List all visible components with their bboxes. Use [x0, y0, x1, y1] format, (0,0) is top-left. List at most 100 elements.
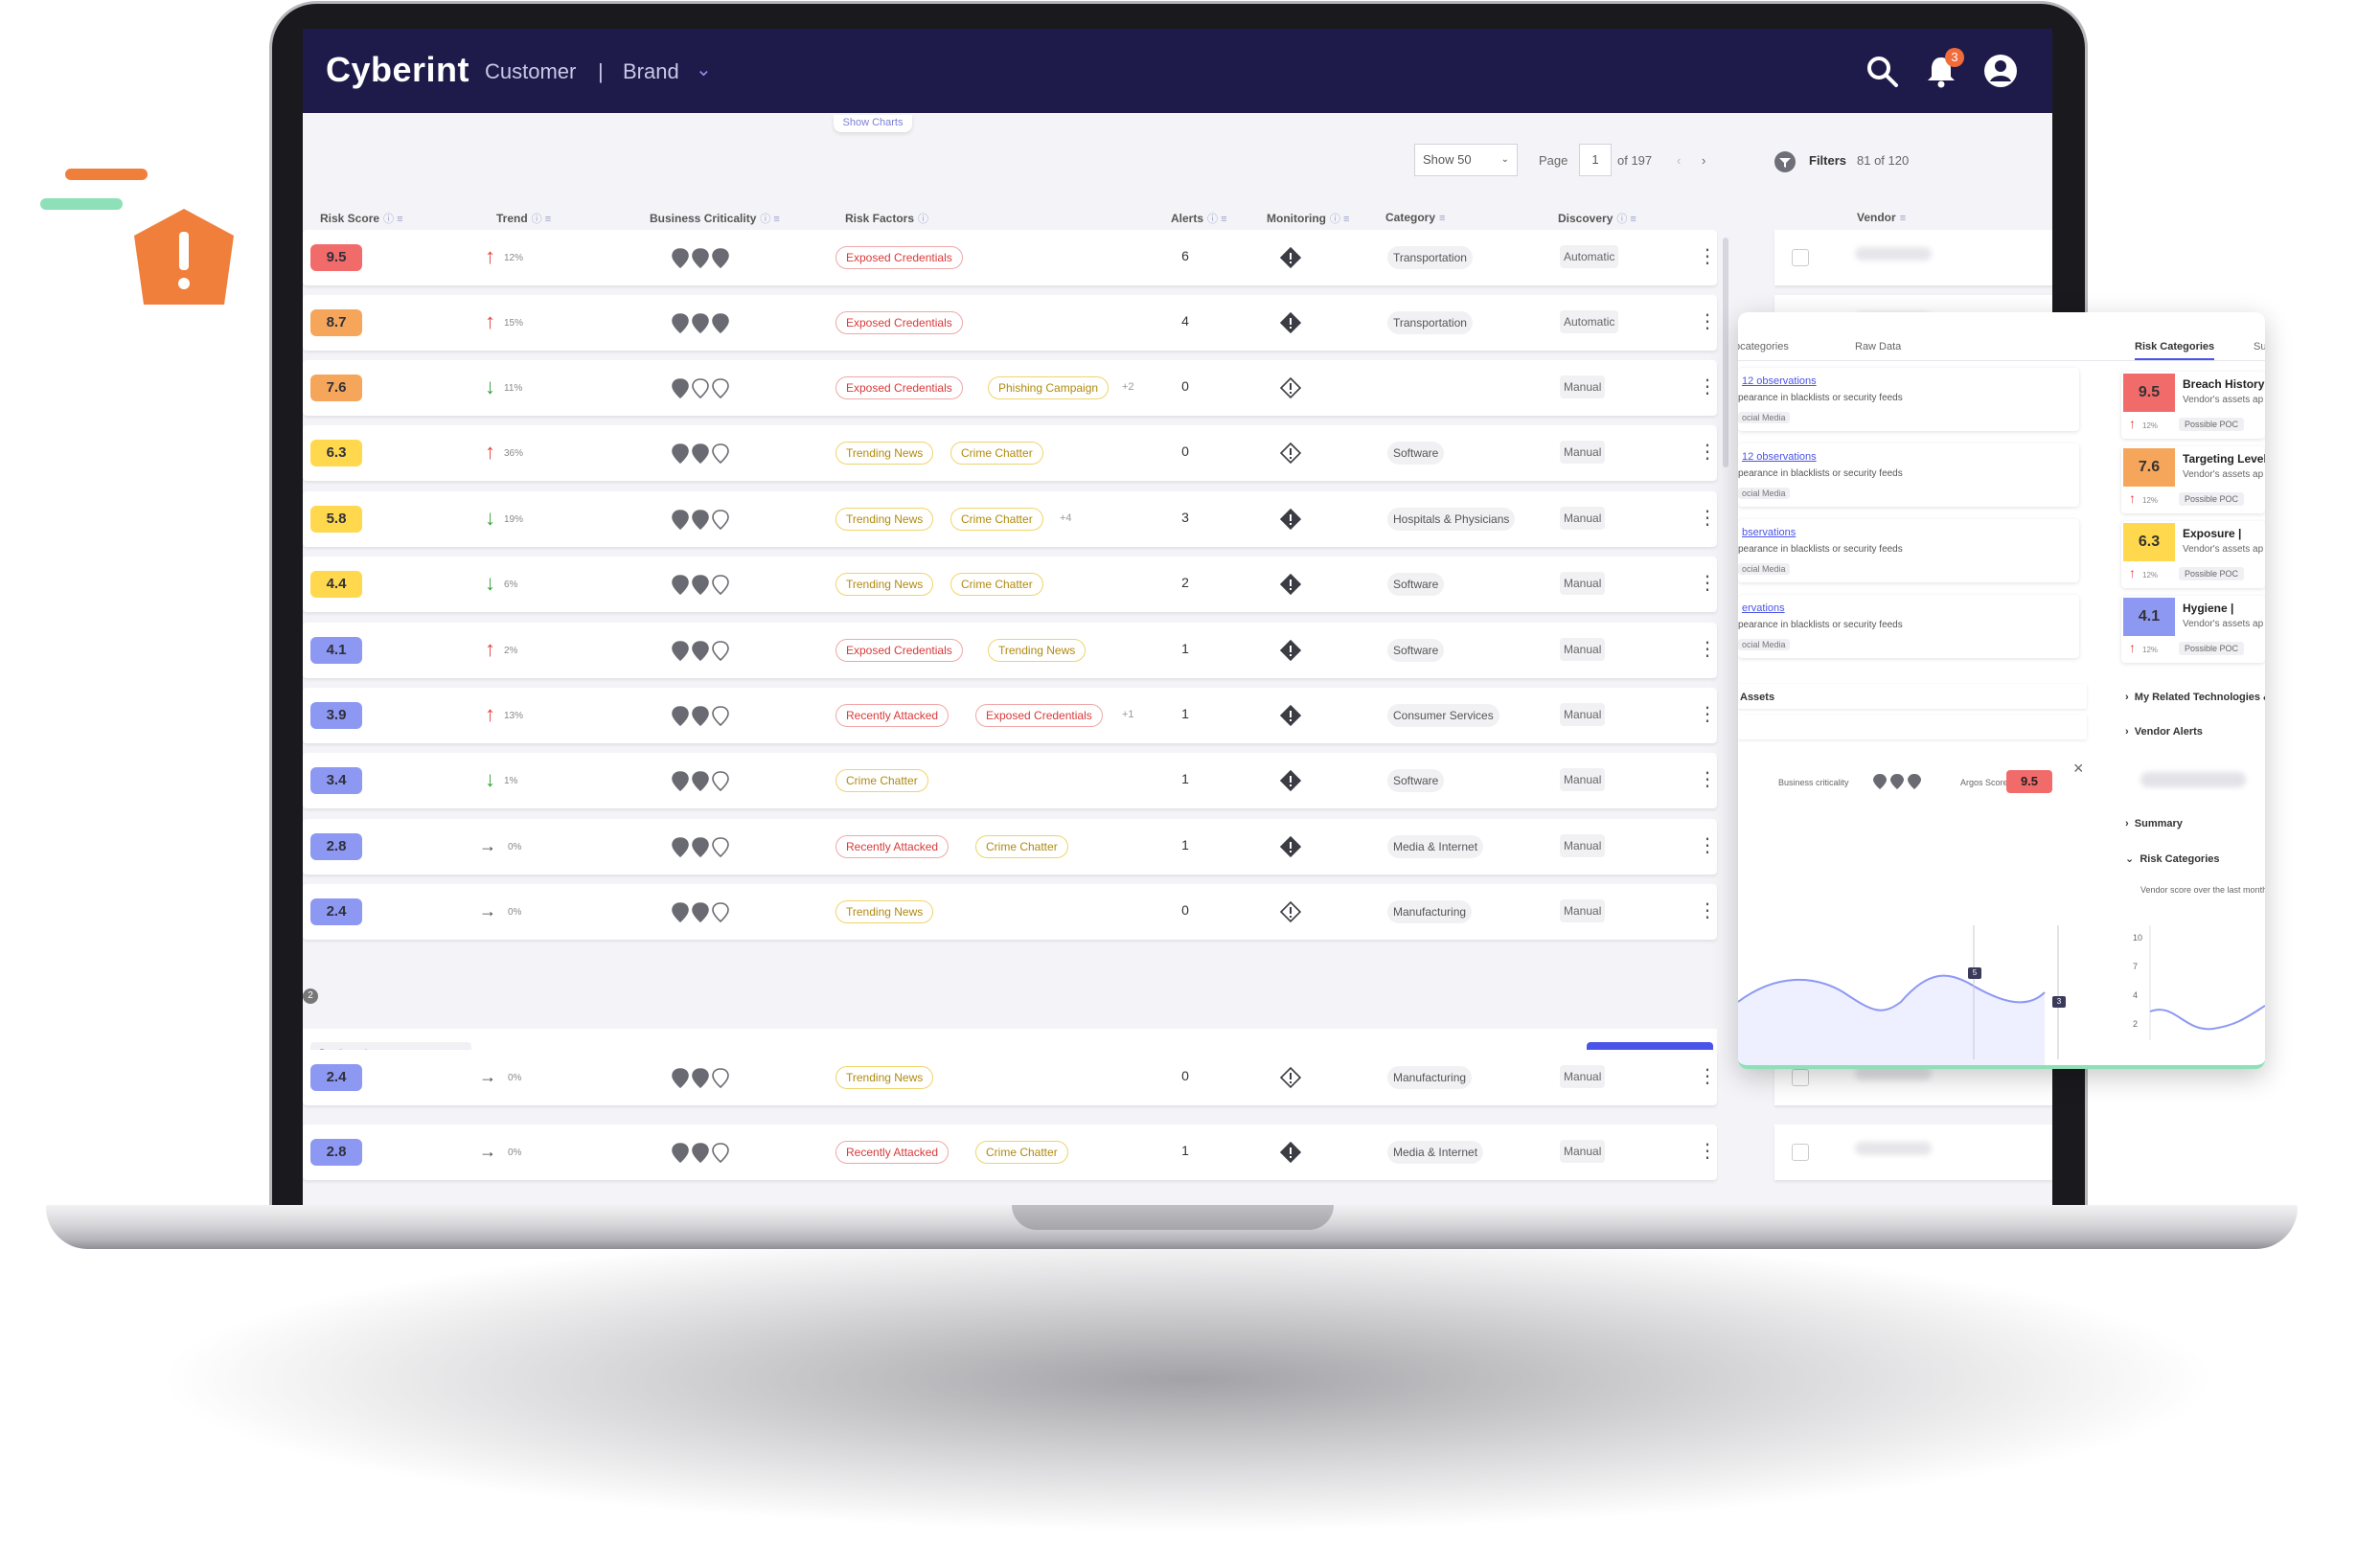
- row-checkbox[interactable]: [1792, 249, 1809, 266]
- col-vendor[interactable]: Vendor ≡: [1857, 211, 1906, 224]
- col-risk-score[interactable]: Risk Score ⓘ ≡: [320, 211, 403, 226]
- observation-card[interactable]: ervations pearance in blacklists or secur…: [1738, 595, 2079, 658]
- risk-factor-tag[interactable]: Crime Chatter: [975, 1141, 1068, 1164]
- col-risk-factors[interactable]: Risk Factors ⓘ: [845, 211, 928, 226]
- breadcrumb-brand[interactable]: Brand: [623, 59, 679, 84]
- more-options-icon[interactable]: ⋮: [1698, 309, 1717, 334]
- observation-card[interactable]: bservations pearance in blacklists or sec…: [1738, 519, 2079, 582]
- risk-factor-tag[interactable]: Crime Chatter: [950, 442, 1043, 465]
- breadcrumb-customer[interactable]: Customer: [485, 59, 576, 84]
- risk-factor-tag[interactable]: Crime Chatter: [975, 835, 1068, 858]
- risk-factor-tag[interactable]: Trending News: [835, 1066, 934, 1089]
- next-page-icon[interactable]: ›: [1702, 153, 1705, 168]
- risk-factor-tag[interactable]: Trending News: [988, 639, 1087, 662]
- risk-factor-tag[interactable]: Phishing Campaign: [988, 376, 1110, 399]
- row-checkbox[interactable]: [1792, 1144, 1809, 1161]
- tab-subcategories[interactable]: bcategories: [1738, 341, 1789, 352]
- monitoring-off-icon[interactable]: [1279, 442, 1302, 465]
- monitoring-on-icon[interactable]: [1279, 639, 1302, 662]
- chevron-down-icon[interactable]: ⌄: [696, 57, 712, 81]
- vendor-alerts-title[interactable]: › Vendor Alerts: [2125, 726, 2203, 738]
- more-options-icon[interactable]: ⋮: [1698, 1064, 1717, 1089]
- col-alerts[interactable]: Alerts ⓘ ≡: [1171, 211, 1227, 226]
- filter-icon[interactable]: [1774, 151, 1796, 172]
- monitoring-on-icon[interactable]: [1279, 573, 1302, 596]
- table-row[interactable]: 2.8 → 0% Recently Attacked Crime Chatter 1 Med…: [303, 1125, 1717, 1180]
- risk-category-card[interactable]: 6.3 Exposure | Vendor's assets ap ↑ 12% Possi…: [2121, 521, 2265, 588]
- risk-factor-tag[interactable]: Recently Attacked: [835, 835, 950, 858]
- more-options-icon[interactable]: ⋮: [1698, 440, 1717, 465]
- more-options-icon[interactable]: ⋮: [1698, 702, 1717, 727]
- risk-factor-tag[interactable]: Recently Attacked: [835, 1141, 950, 1164]
- prev-page-icon[interactable]: ‹: [1677, 153, 1681, 168]
- assets-section[interactable]: [1738, 684, 2087, 709]
- monitoring-on-icon[interactable]: [1279, 769, 1302, 792]
- risk-factor-tag[interactable]: Exposed Credentials: [835, 246, 963, 269]
- page-number-input[interactable]: 1: [1579, 144, 1612, 176]
- risk-factor-tag[interactable]: Exposed Credentials: [975, 704, 1103, 727]
- filters-label[interactable]: Filters: [1809, 153, 1846, 168]
- risk-factor-tag[interactable]: Crime Chatter: [835, 769, 928, 792]
- table-row[interactable]: 8.7 ↑ 15% Exposed Credentials 4 Transportatio…: [303, 295, 1717, 351]
- more-options-icon[interactable]: ⋮: [1698, 375, 1717, 399]
- more-options-icon[interactable]: ⋮: [1698, 898, 1717, 923]
- col-trend[interactable]: Trend ⓘ ≡: [496, 211, 551, 226]
- risk-factor-tag[interactable]: Trending News: [835, 442, 934, 465]
- tab-risk-categories[interactable]: Risk Categories: [2135, 341, 2215, 361]
- risk-factor-tag[interactable]: Trending News: [835, 508, 934, 531]
- close-icon[interactable]: ×: [2073, 759, 2084, 779]
- table-row[interactable]: 4.4 ↓ 6% Trending News Crime Chatter 2 Softwar…: [303, 557, 1717, 612]
- table-row[interactable]: 3.4 ↓ 1% Crime Chatter 1 Software Manual ⋮: [303, 753, 1717, 808]
- show-charts-toggle[interactable]: Show Charts: [834, 115, 912, 132]
- observations-link[interactable]: 12 observations: [1742, 451, 1817, 463]
- risk-factor-tag[interactable]: Exposed Credentials: [835, 639, 963, 662]
- more-options-icon[interactable]: ⋮: [1698, 506, 1717, 531]
- table-row[interactable]: 6.3 ↑ 36% Trending News Crime Chatter 0 Softwa…: [303, 425, 1717, 481]
- risk-factor-tag[interactable]: Recently Attacked: [835, 704, 950, 727]
- monitoring-off-icon[interactable]: [1279, 1066, 1302, 1089]
- monitoring-on-icon[interactable]: [1279, 311, 1302, 334]
- risk-factor-tag[interactable]: Trending News: [835, 573, 934, 596]
- col-monitoring[interactable]: Monitoring ⓘ ≡: [1267, 211, 1349, 226]
- more-tags-count[interactable]: +4: [1060, 512, 1072, 524]
- table-scrollbar[interactable]: [1723, 238, 1728, 467]
- more-tags-count[interactable]: +2: [1122, 381, 1134, 393]
- risk-category-card[interactable]: 9.5 Breach History | Vendor's assets ap ↑ 12…: [2121, 372, 2265, 439]
- table-row[interactable]: 2.4 → 0% Trending News 0 Manufacturing Manual ⋮: [303, 1050, 1717, 1105]
- more-options-icon[interactable]: ⋮: [1698, 1139, 1717, 1164]
- col-discovery[interactable]: Discovery ⓘ ≡: [1558, 211, 1636, 226]
- monitoring-off-icon[interactable]: [1279, 900, 1302, 923]
- user-avatar-icon[interactable]: [1981, 52, 2020, 90]
- observations-link[interactable]: bservations: [1742, 527, 1796, 538]
- more-options-icon[interactable]: ⋮: [1698, 637, 1717, 662]
- more-options-icon[interactable]: ⋮: [1698, 244, 1717, 269]
- vendor-cell[interactable]: [1774, 230, 2052, 285]
- risk-factor-tag[interactable]: Exposed Credentials: [835, 376, 963, 399]
- col-business-criticality[interactable]: Business Criticality ⓘ ≡: [650, 211, 780, 226]
- table-row[interactable]: 5.8 ↓ 19% Trending News Crime Chatter +4 3 Hosp…: [303, 491, 1717, 547]
- tab-more[interactable]: Su: [2254, 341, 2265, 352]
- vendor-cell[interactable]: [1774, 1125, 2052, 1180]
- observations-link[interactable]: ervations: [1742, 602, 1785, 614]
- risk-category-card[interactable]: 4.1 Hygiene | Vendor's assets ap ↑ 12% Possib…: [2121, 596, 2265, 663]
- monitoring-on-icon[interactable]: [1279, 835, 1302, 858]
- monitoring-on-icon[interactable]: [1279, 1141, 1302, 1164]
- observation-card[interactable]: 12 observations pearance in blacklists or…: [1738, 368, 2079, 431]
- related-tech-title[interactable]: › My Related Technologies &: [2125, 692, 2265, 703]
- table-row[interactable]: 2.8 → 0% Recently Attacked Crime Chatter 1 Med…: [303, 819, 1717, 875]
- monitoring-off-icon[interactable]: [1279, 376, 1302, 399]
- monitoring-on-icon[interactable]: [1279, 704, 1302, 727]
- risk-factor-tag[interactable]: Exposed Credentials: [835, 311, 963, 334]
- table-row[interactable]: 7.6 ↓ 11% Exposed Credentials Phishing Campa…: [303, 360, 1717, 416]
- collapse-badge[interactable]: 2: [303, 988, 318, 1004]
- more-options-icon[interactable]: ⋮: [1698, 571, 1717, 596]
- risk-factor-tag[interactable]: Trending News: [835, 900, 934, 923]
- cyberint-logo[interactable]: Cyberint: [326, 50, 469, 90]
- observation-card[interactable]: 12 observations pearance in blacklists or…: [1738, 443, 2079, 507]
- risk-categories-section[interactable]: ⌄ Risk Categories: [2125, 852, 2220, 865]
- more-options-icon[interactable]: ⋮: [1698, 767, 1717, 792]
- risk-factor-tag[interactable]: Crime Chatter: [950, 573, 1043, 596]
- table-row[interactable]: 4.1 ↑ 2% Exposed Credentials Trending News 1 S…: [303, 623, 1717, 678]
- table-row[interactable]: 9.5 ↑ 12% Exposed Credentials 6 Transportatio…: [303, 230, 1717, 285]
- summary-section[interactable]: › Summary: [2125, 818, 2183, 829]
